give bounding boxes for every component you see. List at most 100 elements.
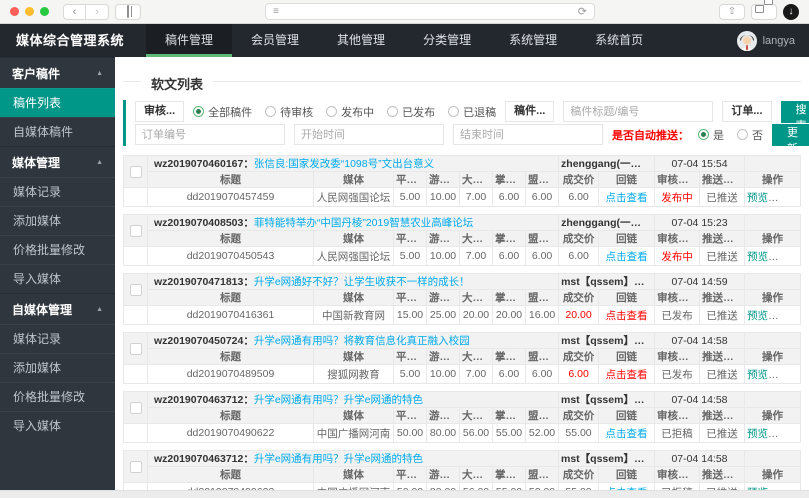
nav-item[interactable]: 其他管理	[318, 24, 404, 57]
window-minimize-icon[interactable]	[25, 7, 34, 16]
audit-status: 发布中	[654, 246, 701, 266]
col-leader-price: 盟主价	[524, 171, 560, 188]
data-checkbox-spacer	[123, 187, 148, 207]
col-guest-price: 游客价	[426, 289, 460, 306]
article-title-input[interactable]	[563, 101, 714, 122]
preview-link[interactable]: 预览	[747, 310, 768, 322]
view-link[interactable]: 点击查看	[606, 310, 648, 322]
row-checkbox[interactable]	[129, 165, 142, 178]
view-link[interactable]: 点击查看	[606, 369, 648, 381]
row-checkbox[interactable]	[129, 224, 142, 237]
column-header-row: 标题 媒体 平台价 游客价 大使价 掌门价 盟主价 成交价 回链 审核进度 推送…	[124, 230, 801, 247]
radio-option[interactable]: 待审核	[265, 104, 313, 120]
preview-link[interactable]: 预览	[747, 428, 768, 440]
nav-item[interactable]: 分类管理	[404, 24, 490, 57]
auto-push-radio-group: 是否	[698, 127, 763, 143]
deal-price: 20.00	[558, 305, 600, 325]
radio-option[interactable]: 否	[737, 127, 763, 143]
search-button[interactable]: 搜索	[780, 100, 809, 132]
push-status: 已推送	[699, 246, 746, 266]
audit-status: 已拒稿	[654, 482, 700, 490]
col-platform-price: 平台价	[393, 230, 427, 247]
col-leader-price: 盟主价	[524, 230, 560, 247]
sidebar-item[interactable]: 媒体记录	[0, 177, 115, 206]
view-link[interactable]: 点击查看	[606, 428, 648, 440]
radio-option[interactable]: 全部稿件	[193, 104, 252, 120]
share-button[interactable]: ⇧	[719, 3, 745, 20]
sidebar-group-header[interactable]: 媒体管理 ▲	[0, 146, 115, 177]
sidebar-group-header[interactable]: 客户稿件 ▲	[0, 57, 115, 88]
deal-price: 55.00	[558, 423, 599, 443]
article-id: wz2019070460167	[154, 158, 244, 170]
price-cell: 25.00	[426, 305, 460, 325]
radio-option[interactable]: 发布中	[326, 104, 374, 120]
order-number-input[interactable]	[135, 124, 285, 145]
col-backlink: 回链	[598, 230, 656, 247]
reload-icon[interactable]: ⟳	[578, 5, 587, 18]
top-menu: 稿件管理 会员管理 其他管理 分类管理 系统管理 系统首页	[146, 24, 662, 57]
row-checkbox[interactable]	[129, 342, 142, 355]
radio-icon	[265, 106, 277, 117]
data-row: dd2019070490622 中国广播网河南 50.0080.0056.005…	[123, 423, 801, 443]
end-time-input[interactable]	[453, 124, 603, 145]
sidebar-item[interactable]: 价格批量修改	[0, 382, 115, 411]
article-title-link[interactable]: 升学e网通有用吗？升学e网通的特色	[254, 394, 423, 406]
start-time-input[interactable]	[294, 124, 444, 145]
row-checkbox[interactable]	[129, 283, 142, 296]
tab-overview-button[interactable]	[751, 3, 777, 20]
radio-option[interactable]: 已发布	[387, 104, 435, 120]
view-link[interactable]: 点击查看	[606, 251, 648, 263]
radio-icon	[387, 106, 399, 117]
window-close-icon[interactable]	[10, 7, 19, 16]
article-title-link[interactable]: 菲特能特举办“中国丹棱”2019智慧农业高峰论坛	[254, 217, 473, 229]
col-media: 媒体	[313, 407, 394, 424]
media-name: 中国广播网河南	[313, 482, 394, 490]
radio-label: 是	[713, 129, 724, 142]
view-link[interactable]: 点击查看	[606, 487, 648, 491]
downloads-button[interactable]: ↓	[783, 3, 799, 20]
push-status: 已推送	[699, 187, 746, 207]
nav-item[interactable]: 系统管理	[490, 24, 576, 57]
id-separator: ：	[243, 217, 254, 229]
sidebar-item[interactable]: 添加媒体	[0, 206, 115, 235]
row-checkbox[interactable]	[129, 460, 142, 473]
update-box-status-button[interactable]: 更新盒子状态	[772, 123, 809, 219]
row-checkbox[interactable]	[129, 401, 142, 414]
radio-option[interactable]: 是	[698, 127, 724, 143]
page-title-text: 软文列表	[141, 74, 214, 93]
browser-back-button[interactable]: ‹	[63, 3, 86, 20]
preview-link[interactable]: 预览	[747, 487, 768, 490]
preview-link[interactable]: 预览	[747, 369, 768, 381]
article-title-link[interactable]: 升学e网通好不好？让学生收获不一样的成长！	[254, 276, 470, 288]
browser-forward-button[interactable]: ›	[86, 3, 109, 20]
window-zoom-icon[interactable]	[40, 7, 49, 16]
article-title-link[interactable]: 张信良:国家发改委“1098号”文出台意义	[254, 158, 434, 170]
sidebar: 客户稿件 ▲ 稿件列表 自媒体稿件 媒体管理 ▲ 媒体记录 添加媒体 价格批量修改 导入媒体 自媒体…	[0, 57, 115, 490]
sidebar-group-header[interactable]: 自媒体管理 ▲	[0, 293, 115, 324]
sidebar-item[interactable]: 价格批量修改	[0, 235, 115, 264]
col-actions: 操作	[744, 348, 801, 365]
id-separator: ：	[243, 158, 254, 170]
sidebar-item[interactable]: 自媒体稿件	[0, 117, 115, 146]
sidebar-item[interactable]: 导入媒体	[0, 411, 115, 440]
sidebar-item[interactable]: 稿件列表	[0, 88, 115, 117]
col-guest-price: 游客价	[426, 230, 460, 247]
nav-item[interactable]: 会员管理	[232, 24, 318, 57]
col-title: 标题	[147, 230, 314, 247]
article-title-link[interactable]: 升学e网通有用吗？将教育信息化真正融入校园	[254, 335, 470, 347]
backlink-cell: 点击查看	[598, 423, 655, 443]
sidebar-toggle-button[interactable]	[115, 3, 141, 20]
radio-option[interactable]: 已退稿	[448, 104, 496, 120]
nav-item[interactable]: 系统首页	[576, 24, 662, 57]
sidebar-item[interactable]: 添加媒体	[0, 353, 115, 382]
preview-link[interactable]: 预览	[747, 192, 768, 204]
address-bar[interactable]: ≡ ⟳	[265, 3, 595, 20]
sidebar-item[interactable]: 媒体记录	[0, 324, 115, 353]
col-deal-price: 成交价	[558, 289, 600, 306]
sidebar-item[interactable]: 导入媒体	[0, 264, 115, 293]
nav-item[interactable]: 稿件管理	[146, 24, 233, 57]
user-area[interactable]: langya	[736, 24, 809, 57]
article-title-link[interactable]: 升学e网通有用吗？升学e网通的特色	[254, 453, 423, 465]
view-link[interactable]: 点击查看	[606, 192, 648, 204]
preview-link[interactable]: 预览	[747, 251, 768, 263]
